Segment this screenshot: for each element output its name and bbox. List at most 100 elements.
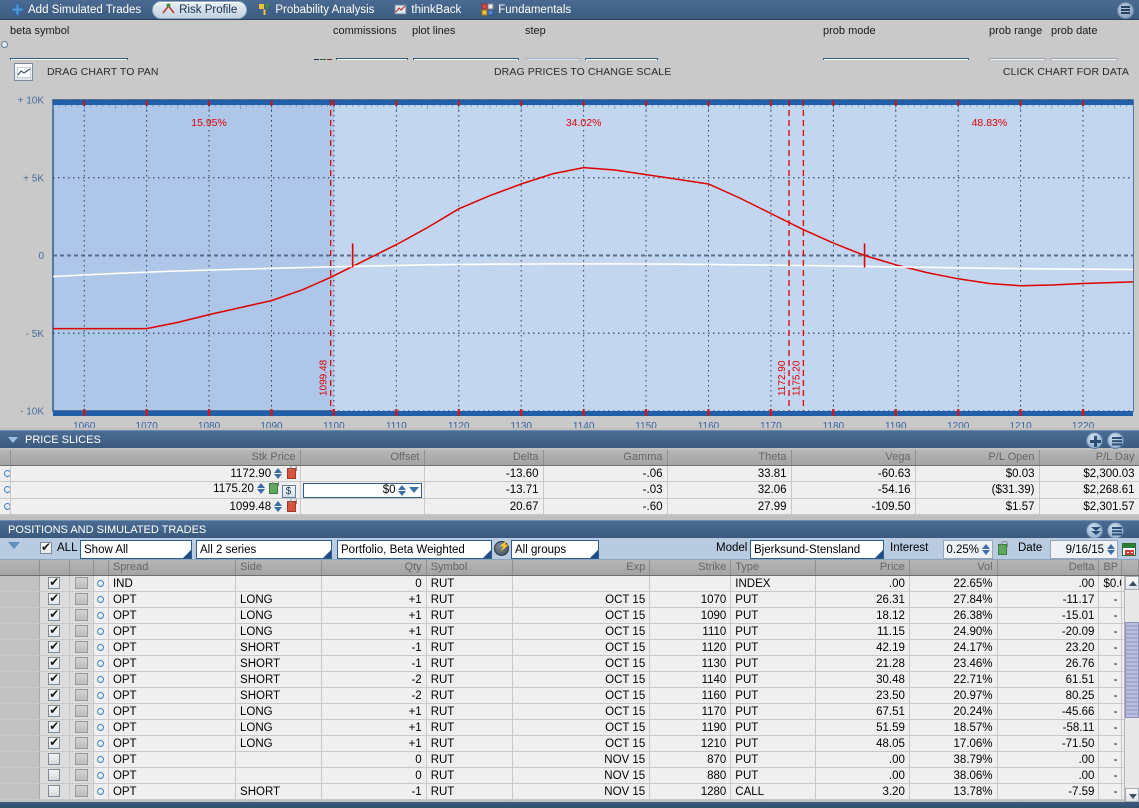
col-qty[interactable]: Qty <box>321 560 427 576</box>
col-pl-open[interactable]: P/L Open <box>915 450 1040 466</box>
row-dot-icon[interactable] <box>97 739 105 747</box>
row-chart-icon[interactable] <box>74 593 88 605</box>
qty-cell[interactable]: 0 <box>321 751 427 768</box>
col-gamma[interactable]: Gamma <box>543 450 668 466</box>
col-delta[interactable]: Delta <box>997 560 1100 576</box>
show-all-combo[interactable]: Show All <box>80 540 192 559</box>
tab-thinkback[interactable]: thinkBack <box>385 1 470 19</box>
col-vol[interactable]: Vol <box>909 560 998 576</box>
offset-cell[interactable]: $0 <box>300 481 425 499</box>
row-dot-icon[interactable] <box>97 675 105 683</box>
col-spread[interactable]: Spread <box>108 560 237 576</box>
stk-price-lock-icon[interactable] <box>269 481 280 494</box>
row-checkbox-cell[interactable] <box>39 751 70 768</box>
risk-profile-chart[interactable]: + 10K + 5K 0 - 5K - 10K 1060 1070 1080 1090 1100 1… <box>0 84 1139 428</box>
calendar-icon[interactable] <box>1122 543 1136 556</box>
stk-price-stepper-icon[interactable] <box>274 467 283 480</box>
table-row[interactable]: OPT SHORT -1 RUT OCT 15 1120 PUT 42.19 2… <box>0 639 1139 656</box>
row-checkbox-cell[interactable] <box>39 735 70 752</box>
row-checkbox-cell[interactable] <box>39 575 70 592</box>
chart-canvas[interactable]: + 10K + 5K 0 - 5K - 10K 1060 1070 1080 1090 1100 1… <box>0 84 1139 428</box>
positions-header[interactable]: POSITIONS AND SIMULATED TRADES <box>0 520 1139 539</box>
weighting-combo[interactable]: Portfolio, Beta Weighted <box>337 540 492 559</box>
row-checkbox[interactable] <box>48 608 61 621</box>
row-dot-cell[interactable] <box>93 591 109 608</box>
row-chart-cell[interactable] <box>69 607 94 624</box>
row-dot-cell[interactable] <box>93 783 109 800</box>
row-dot-icon[interactable] <box>97 771 105 779</box>
row-checkbox[interactable] <box>48 704 61 717</box>
series-combo[interactable]: All 2 series <box>196 540 332 559</box>
col-pl-day[interactable]: P/L Day <box>1039 450 1139 466</box>
row-chart-icon[interactable] <box>74 641 88 653</box>
tab-add-simulated-trades[interactable]: Add Simulated Trades <box>2 1 150 19</box>
row-chart-icon[interactable] <box>74 657 88 669</box>
positions-collapse-button[interactable] <box>1086 522 1103 539</box>
stk-price-lock-icon[interactable] <box>286 498 297 512</box>
beta-symbol-radio[interactable] <box>1 41 8 48</box>
row-checkbox-cell[interactable] <box>39 783 70 800</box>
stepper-up-icon[interactable] <box>1107 544 1115 549</box>
qty-cell[interactable]: +1 <box>321 623 427 640</box>
qty-cell[interactable]: +1 <box>321 719 427 736</box>
stk-price-stepper-icon[interactable] <box>274 500 283 513</box>
row-chart-icon[interactable] <box>74 625 88 637</box>
scroll-up-button[interactable] <box>1125 576 1139 590</box>
row-chart-cell[interactable] <box>69 671 94 688</box>
row-chart-icon[interactable] <box>74 785 88 797</box>
row-chart-cell[interactable] <box>69 783 94 800</box>
col-type[interactable]: Type <box>730 560 816 576</box>
positions-expand-caret-icon[interactable] <box>8 542 20 549</box>
row-dot-cell[interactable] <box>93 639 109 656</box>
table-row[interactable]: OPT SHORT -1 RUT OCT 15 1130 PUT 21.28 2… <box>0 655 1139 672</box>
offset-stepper-icon[interactable] <box>397 484 407 497</box>
interest-lock-icon[interactable] <box>998 541 1008 555</box>
col-side[interactable]: Side <box>235 560 322 576</box>
price-slices-menu-button[interactable] <box>1107 432 1124 449</box>
row-checkbox-cell[interactable] <box>39 623 70 640</box>
qty-cell[interactable]: +1 <box>321 703 427 720</box>
row-checkbox-cell[interactable] <box>39 687 70 704</box>
row-chart-icon[interactable] <box>74 609 88 621</box>
row-dot-icon[interactable] <box>97 659 105 667</box>
row-indicator[interactable] <box>0 498 11 515</box>
row-dot-cell[interactable] <box>93 575 109 592</box>
table-row[interactable]: OPT 0 RUT NOV 15 880 PUT .00 38.06% .00 … <box>0 767 1139 784</box>
collapse-caret-icon[interactable] <box>8 436 18 443</box>
table-row[interactable]: OPT LONG +1 RUT OCT 15 1090 PUT 18.12 26… <box>0 607 1139 624</box>
row-chart-cell[interactable] <box>69 687 94 704</box>
row-checkbox-cell[interactable] <box>39 607 70 624</box>
row-dot-icon[interactable] <box>97 611 105 619</box>
row-chart-icon[interactable] <box>74 737 88 749</box>
row-checkbox-cell[interactable] <box>39 591 70 608</box>
row-chart-cell[interactable] <box>69 575 94 592</box>
slice-dot-icon[interactable] <box>4 486 9 493</box>
stepper-down-icon[interactable] <box>1107 550 1115 555</box>
qty-cell[interactable]: 0 <box>321 767 427 784</box>
table-row[interactable]: OPT LONG +1 RUT OCT 15 1070 PUT 26.31 27… <box>0 591 1139 608</box>
row-dot-icon[interactable] <box>97 723 105 731</box>
row-checkbox[interactable] <box>48 736 61 749</box>
row-chart-cell[interactable] <box>69 655 94 672</box>
table-row[interactable]: OPT SHORT -1 RUT NOV 15 1280 CALL 3.20 1… <box>0 783 1139 800</box>
row-indicator[interactable] <box>0 465 11 482</box>
qty-cell[interactable]: -1 <box>321 783 427 800</box>
row-checkbox[interactable] <box>48 656 61 669</box>
row-chart-cell[interactable] <box>69 591 94 608</box>
add-price-slice-button[interactable] <box>1086 432 1103 449</box>
interest-stepper[interactable]: 0.25% <box>943 540 993 559</box>
col-price[interactable]: Price <box>815 560 910 576</box>
table-row[interactable]: IND 0 RUT INDEX .00 22.65% .00 $0.00 <box>0 575 1139 592</box>
row-chart-cell[interactable] <box>69 735 94 752</box>
row-chart-cell[interactable] <box>69 767 94 784</box>
col-theta[interactable]: Theta <box>667 450 792 466</box>
offset-cell[interactable] <box>300 465 425 482</box>
model-combo[interactable]: Bjerksund-Stensland <box>750 540 884 559</box>
row-chart-icon[interactable] <box>74 689 88 701</box>
col-offset[interactable]: Offset <box>300 450 425 466</box>
row-dot-cell[interactable] <box>93 671 109 688</box>
stk-price-stepper-icon[interactable] <box>257 482 266 495</box>
row-checkbox[interactable] <box>48 576 61 589</box>
positions-scrollbar[interactable] <box>1124 576 1139 802</box>
qty-cell[interactable]: +1 <box>321 591 427 608</box>
